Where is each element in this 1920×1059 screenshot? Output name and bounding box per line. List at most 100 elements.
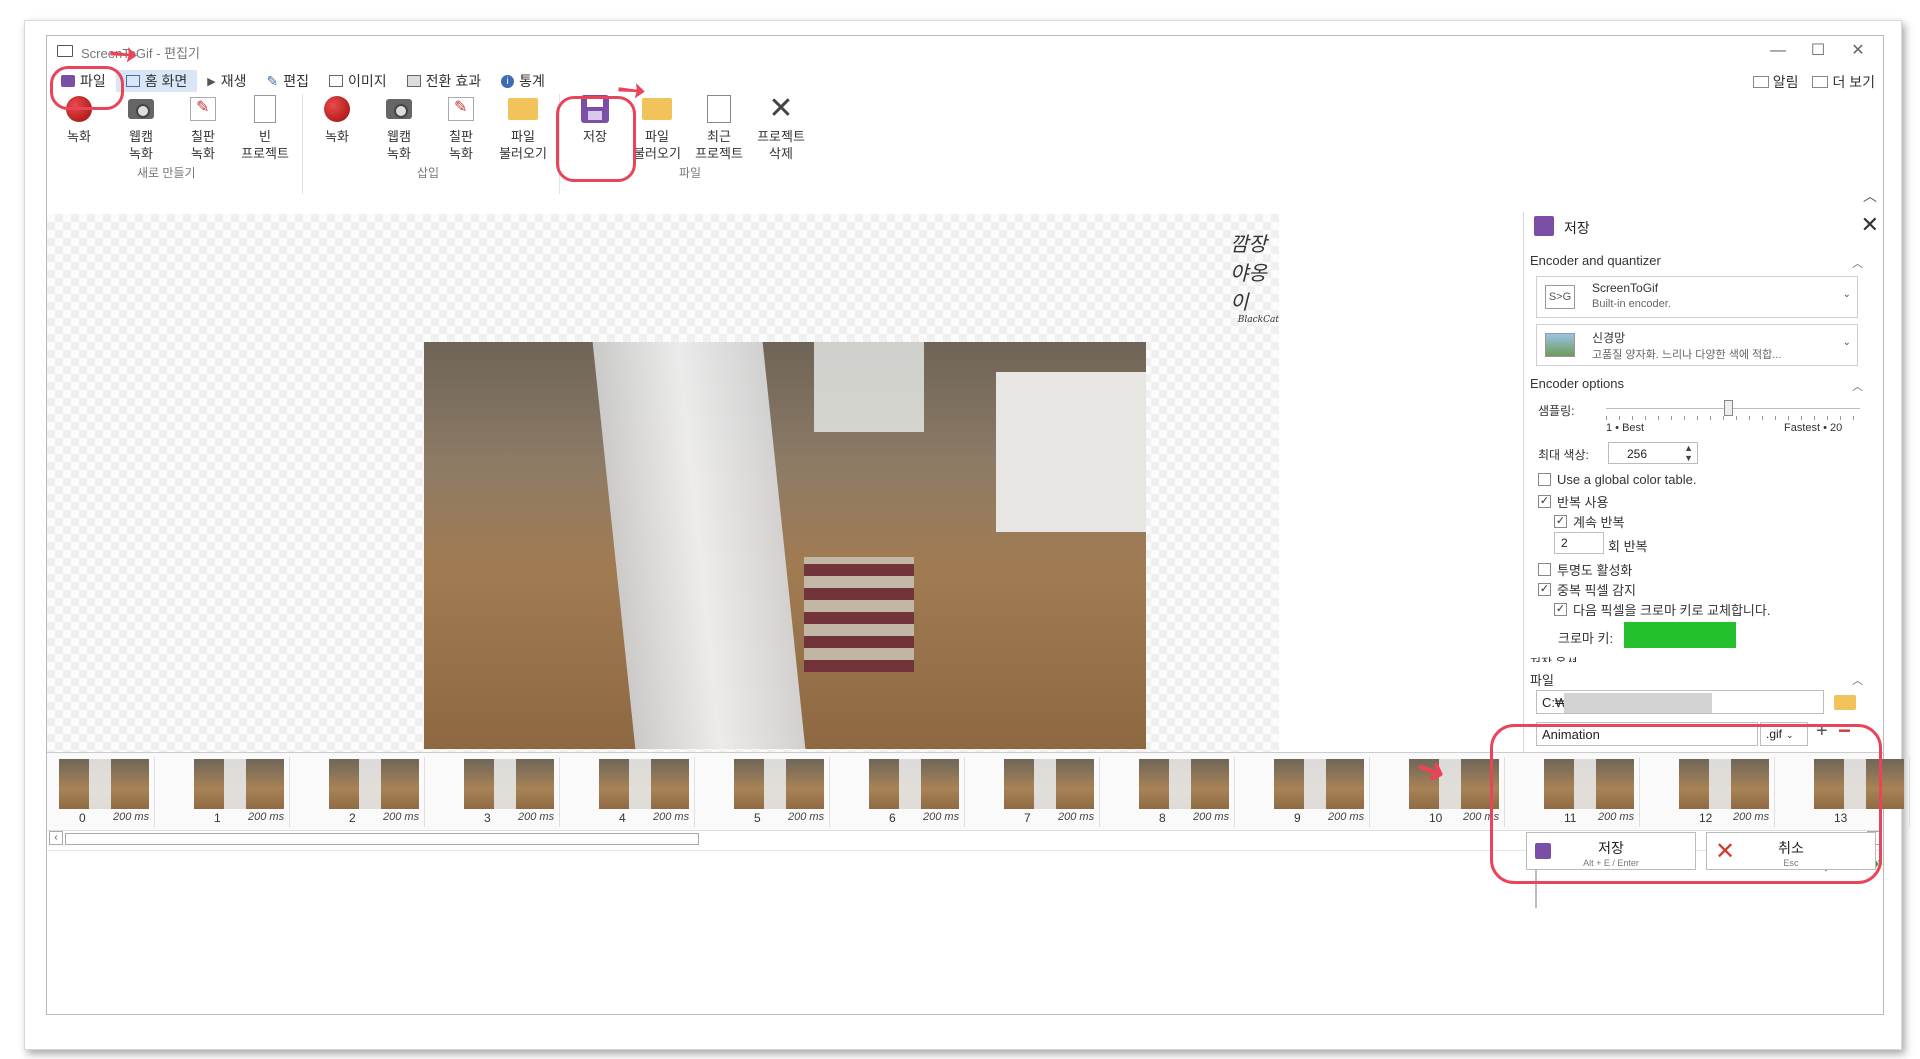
redacted-path bbox=[1564, 693, 1712, 713]
timeline-frame[interactable]: 1 200 ms bbox=[186, 757, 290, 827]
save-button[interactable]: 저장 Alt + E / Enter bbox=[1526, 832, 1696, 870]
filename-input[interactable]: Animation bbox=[1536, 722, 1758, 746]
encoder-desc: Built-in encoder. bbox=[1592, 298, 1671, 310]
sampling-label: 샘플링: bbox=[1538, 404, 1575, 418]
scroll-thumb[interactable] bbox=[65, 833, 699, 845]
encoder-select[interactable]: S>G ScreenToGif Built-in encoder. ⌄ bbox=[1536, 276, 1858, 318]
stepper-arrows-icon[interactable]: ▲ ▼ bbox=[1684, 443, 1693, 463]
insert-webcam-button[interactable]: 웹캠 녹화 bbox=[369, 92, 429, 162]
timeline-frame[interactable]: 11 200 ms bbox=[1536, 757, 1640, 827]
checkbox-box bbox=[1538, 473, 1551, 486]
checkbox-label: 다음 픽셀을 크로마 키로 교체합니다. bbox=[1573, 603, 1771, 618]
sampling-max-label: Fastest • 20 bbox=[1784, 422, 1843, 434]
recent-projects-button[interactable]: 최근 프로젝트 bbox=[689, 92, 749, 162]
transparency-checkbox[interactable]: 투명도 활성화 bbox=[1538, 560, 1632, 579]
new-record-button[interactable]: 녹화 bbox=[49, 92, 109, 145]
extension-select[interactable]: .gif ⌄ bbox=[1760, 722, 1808, 746]
cancel-button[interactable]: ✕ 취소 Esc bbox=[1706, 832, 1876, 870]
frame-thumbnail bbox=[1274, 759, 1364, 809]
button-label: 파일 bbox=[645, 129, 669, 144]
timeline-frame[interactable]: 3 200 ms bbox=[456, 757, 560, 827]
loop-checkbox[interactable]: ✓ 반복 사용 bbox=[1538, 492, 1608, 511]
scroll-left-icon[interactable]: ‹ bbox=[49, 831, 63, 845]
repeat-count-input[interactable]: 2 bbox=[1554, 532, 1604, 554]
timeline-frame[interactable]: 7 200 ms bbox=[996, 757, 1100, 827]
frame-duration: 200 ms bbox=[1733, 811, 1770, 823]
new-webcam-button[interactable]: 웹캠 녹화 bbox=[111, 92, 171, 162]
panel-title: 저장 bbox=[1564, 220, 1590, 236]
timeline-frame[interactable]: 2 200 ms bbox=[321, 757, 425, 827]
replace-chroma-checkbox[interactable]: ✓ 다음 픽셀을 크로마 키로 교체합니다. bbox=[1554, 600, 1770, 619]
collapse-icon[interactable]: ︿ bbox=[1852, 255, 1863, 271]
camera-icon bbox=[128, 99, 154, 119]
frame-number: 8 bbox=[1159, 811, 1166, 825]
global-color-table-checkbox[interactable]: Use a global color table. bbox=[1538, 472, 1696, 487]
plus-icon[interactable]: + bbox=[1816, 720, 1828, 743]
timeline-frame[interactable]: 6 200 ms bbox=[861, 757, 965, 827]
watermark-sub: BlackCat bbox=[1237, 315, 1279, 325]
section-encoder-options: Encoder options bbox=[1530, 376, 1624, 391]
frame-number: 0 bbox=[79, 811, 86, 825]
quantizer-select[interactable]: 신경망 고품질 양자화. 느리나 다양한 색에 적합... ⌄ bbox=[1536, 324, 1858, 366]
button-label: 삭제 bbox=[769, 146, 793, 161]
minus-icon[interactable]: − bbox=[1838, 718, 1851, 744]
frame-number: 10 bbox=[1429, 811, 1443, 825]
frame-number: 12 bbox=[1699, 811, 1713, 825]
collapse-icon[interactable]: ︿ bbox=[1852, 672, 1863, 688]
chroma-key-label: 크로마 키: bbox=[1558, 631, 1614, 646]
frame-thumbnail bbox=[599, 759, 689, 809]
timeline-frame[interactable]: 8 200 ms bbox=[1131, 757, 1235, 827]
timeline-frame[interactable]: 0 200 ms bbox=[51, 757, 155, 827]
frame-thumbnail bbox=[1679, 759, 1769, 809]
slider-thumb[interactable] bbox=[1724, 400, 1733, 416]
collapse-icon[interactable]: ︿ bbox=[1852, 378, 1863, 394]
frame-thumbnail bbox=[194, 759, 284, 809]
timeline-frame[interactable]: 12 200 ms bbox=[1671, 757, 1775, 827]
checkbox-label: 계속 반복 bbox=[1573, 515, 1625, 530]
frame-thumbnail bbox=[1409, 759, 1499, 809]
save-button-label: 저장 bbox=[1598, 840, 1624, 856]
frame-duration: 200 ms bbox=[1328, 811, 1365, 823]
photo-window bbox=[814, 342, 924, 432]
photo-furniture bbox=[996, 372, 1146, 532]
timeline-frame[interactable]: 10 200 ms bbox=[1401, 757, 1505, 827]
sampling-slider[interactable] bbox=[1606, 400, 1860, 416]
loop-forever-checkbox[interactable]: ✓ 계속 반복 bbox=[1554, 512, 1624, 531]
save-as-button[interactable]: 저장 bbox=[565, 92, 625, 145]
discard-project-button[interactable]: ✕ 프로젝트 삭제 bbox=[751, 92, 811, 162]
max-colors-value: 256 bbox=[1627, 447, 1648, 461]
insert-board-button[interactable]: 칠판 녹화 bbox=[431, 92, 491, 162]
load-file-button[interactable]: 파일 불러오기 bbox=[627, 92, 687, 162]
group-separator bbox=[559, 94, 560, 194]
timeline-frame[interactable]: 5 200 ms bbox=[726, 757, 830, 827]
new-blank-project-button[interactable]: 빈 프로젝트 bbox=[235, 92, 295, 162]
insert-record-button[interactable]: 녹화 bbox=[307, 92, 367, 145]
frame-duration: 200 ms bbox=[923, 811, 960, 823]
new-board-button[interactable]: 칠판 녹화 bbox=[173, 92, 233, 162]
save-button[interactable] bbox=[1535, 870, 1537, 908]
button-label: 녹화 bbox=[67, 129, 91, 144]
group-label-file: 파일 bbox=[679, 166, 702, 180]
checkbox-box: ✓ bbox=[1538, 583, 1551, 596]
panel-header: 저장 ✕ bbox=[1524, 212, 1883, 242]
button-label: 파일 bbox=[511, 129, 535, 144]
chroma-key-color-picker[interactable] bbox=[1624, 622, 1736, 648]
max-colors-stepper[interactable]: 256 ▲ ▼ bbox=[1608, 442, 1698, 464]
recent-file-icon bbox=[707, 95, 731, 123]
timeline-frame[interactable]: 4 200 ms bbox=[591, 757, 695, 827]
folder-icon[interactable] bbox=[1834, 695, 1856, 710]
quantizer-desc: 고품질 양자화. 느리나 다양한 색에 적합... bbox=[1592, 349, 1782, 361]
timeline-frame[interactable]: 13 bbox=[1806, 757, 1910, 827]
sampling-min-label: 1 • Best bbox=[1606, 422, 1645, 434]
floppy-icon bbox=[581, 95, 609, 123]
frame-duration: 200 ms bbox=[653, 811, 690, 823]
folder-icon bbox=[508, 98, 538, 120]
repeat-label: 회 반복 bbox=[1608, 539, 1648, 554]
detect-unchanged-checkbox[interactable]: ✓ 중복 픽셀 감지 bbox=[1538, 580, 1636, 599]
frame-number: 9 bbox=[1294, 811, 1301, 825]
close-panel-icon[interactable]: ✕ bbox=[1861, 212, 1879, 238]
frame-number: 2 bbox=[349, 811, 356, 825]
insert-file-button[interactable]: 파일 불러오기 bbox=[493, 92, 553, 162]
timeline-frame[interactable]: 9 200 ms bbox=[1266, 757, 1370, 827]
collapse-ribbon-icon[interactable]: ︿ bbox=[1863, 186, 1877, 206]
